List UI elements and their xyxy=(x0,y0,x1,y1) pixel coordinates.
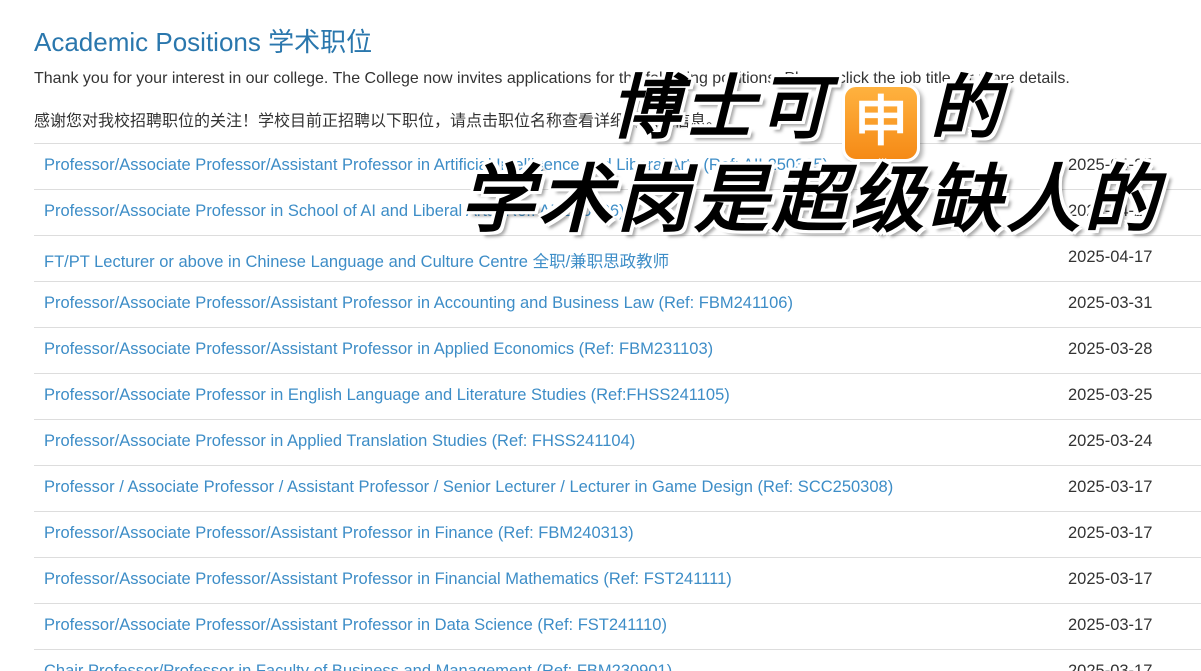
job-title-link[interactable]: Professor/Associate Professor/Assistant … xyxy=(44,570,732,589)
job-row: Chair Professor/Professor in Faculty of … xyxy=(34,650,1201,671)
page: Academic Positions 学术职位 Thank you for yo… xyxy=(0,0,1201,671)
job-title-link[interactable]: Professor/Associate Professor/Assistant … xyxy=(44,616,667,635)
overlay-caption-line-2: 学术岗是超级缺人的 xyxy=(459,156,1162,245)
job-row: Professor / Associate Professor / Assist… xyxy=(34,466,1201,512)
job-title-link[interactable]: Professor/Associate Professor/Assistant … xyxy=(44,524,634,543)
overlay-caption-text: 的 xyxy=(929,66,1004,151)
job-date: 2025-03-24 xyxy=(1068,432,1153,450)
job-title-link[interactable]: FT/PT Lecturer or above in Chinese Langu… xyxy=(44,248,669,272)
job-row: Professor/Associate Professor/Assistant … xyxy=(34,604,1201,650)
job-row: Professor/Associate Professor/Assistant … xyxy=(34,512,1201,558)
job-date: 2025-03-31 xyxy=(1068,294,1153,312)
job-date: 2025-03-17 xyxy=(1068,616,1153,634)
page-title: Academic Positions 学术职位 xyxy=(34,27,373,57)
job-date: 2025-03-17 xyxy=(1068,478,1153,496)
job-title-link[interactable]: Professor/Associate Professor/Assistant … xyxy=(44,340,713,359)
job-date: 2025-03-17 xyxy=(1068,662,1153,671)
job-row: Professor/Associate Professor in English… xyxy=(34,374,1201,420)
job-date: 2025-03-25 xyxy=(1068,386,1153,404)
job-title-link[interactable]: Professor/Associate Professor in English… xyxy=(44,386,730,405)
job-title-link[interactable]: Professor/Associate Professor/Assistant … xyxy=(44,294,793,313)
job-date: 2025-03-28 xyxy=(1068,340,1153,358)
job-row: Professor/Associate Professor in Applied… xyxy=(34,420,1201,466)
job-date: 2025-04-17 xyxy=(1068,248,1153,266)
job-title-link[interactable]: Professor/Associate Professor in Applied… xyxy=(44,432,635,451)
job-date: 2025-03-17 xyxy=(1068,570,1153,588)
job-row: Professor/Associate Professor/Assistant … xyxy=(34,558,1201,604)
job-row: Professor/Associate Professor/Assistant … xyxy=(34,328,1201,374)
job-date: 2025-03-17 xyxy=(1068,524,1153,542)
overlay-caption-text: 博士可 xyxy=(609,66,832,151)
job-title-link[interactable]: Chair Professor/Professor in Faculty of … xyxy=(44,662,672,671)
job-row: Professor/Associate Professor/Assistant … xyxy=(34,282,1201,328)
job-title-link[interactable]: Professor / Associate Professor / Assist… xyxy=(44,478,893,497)
